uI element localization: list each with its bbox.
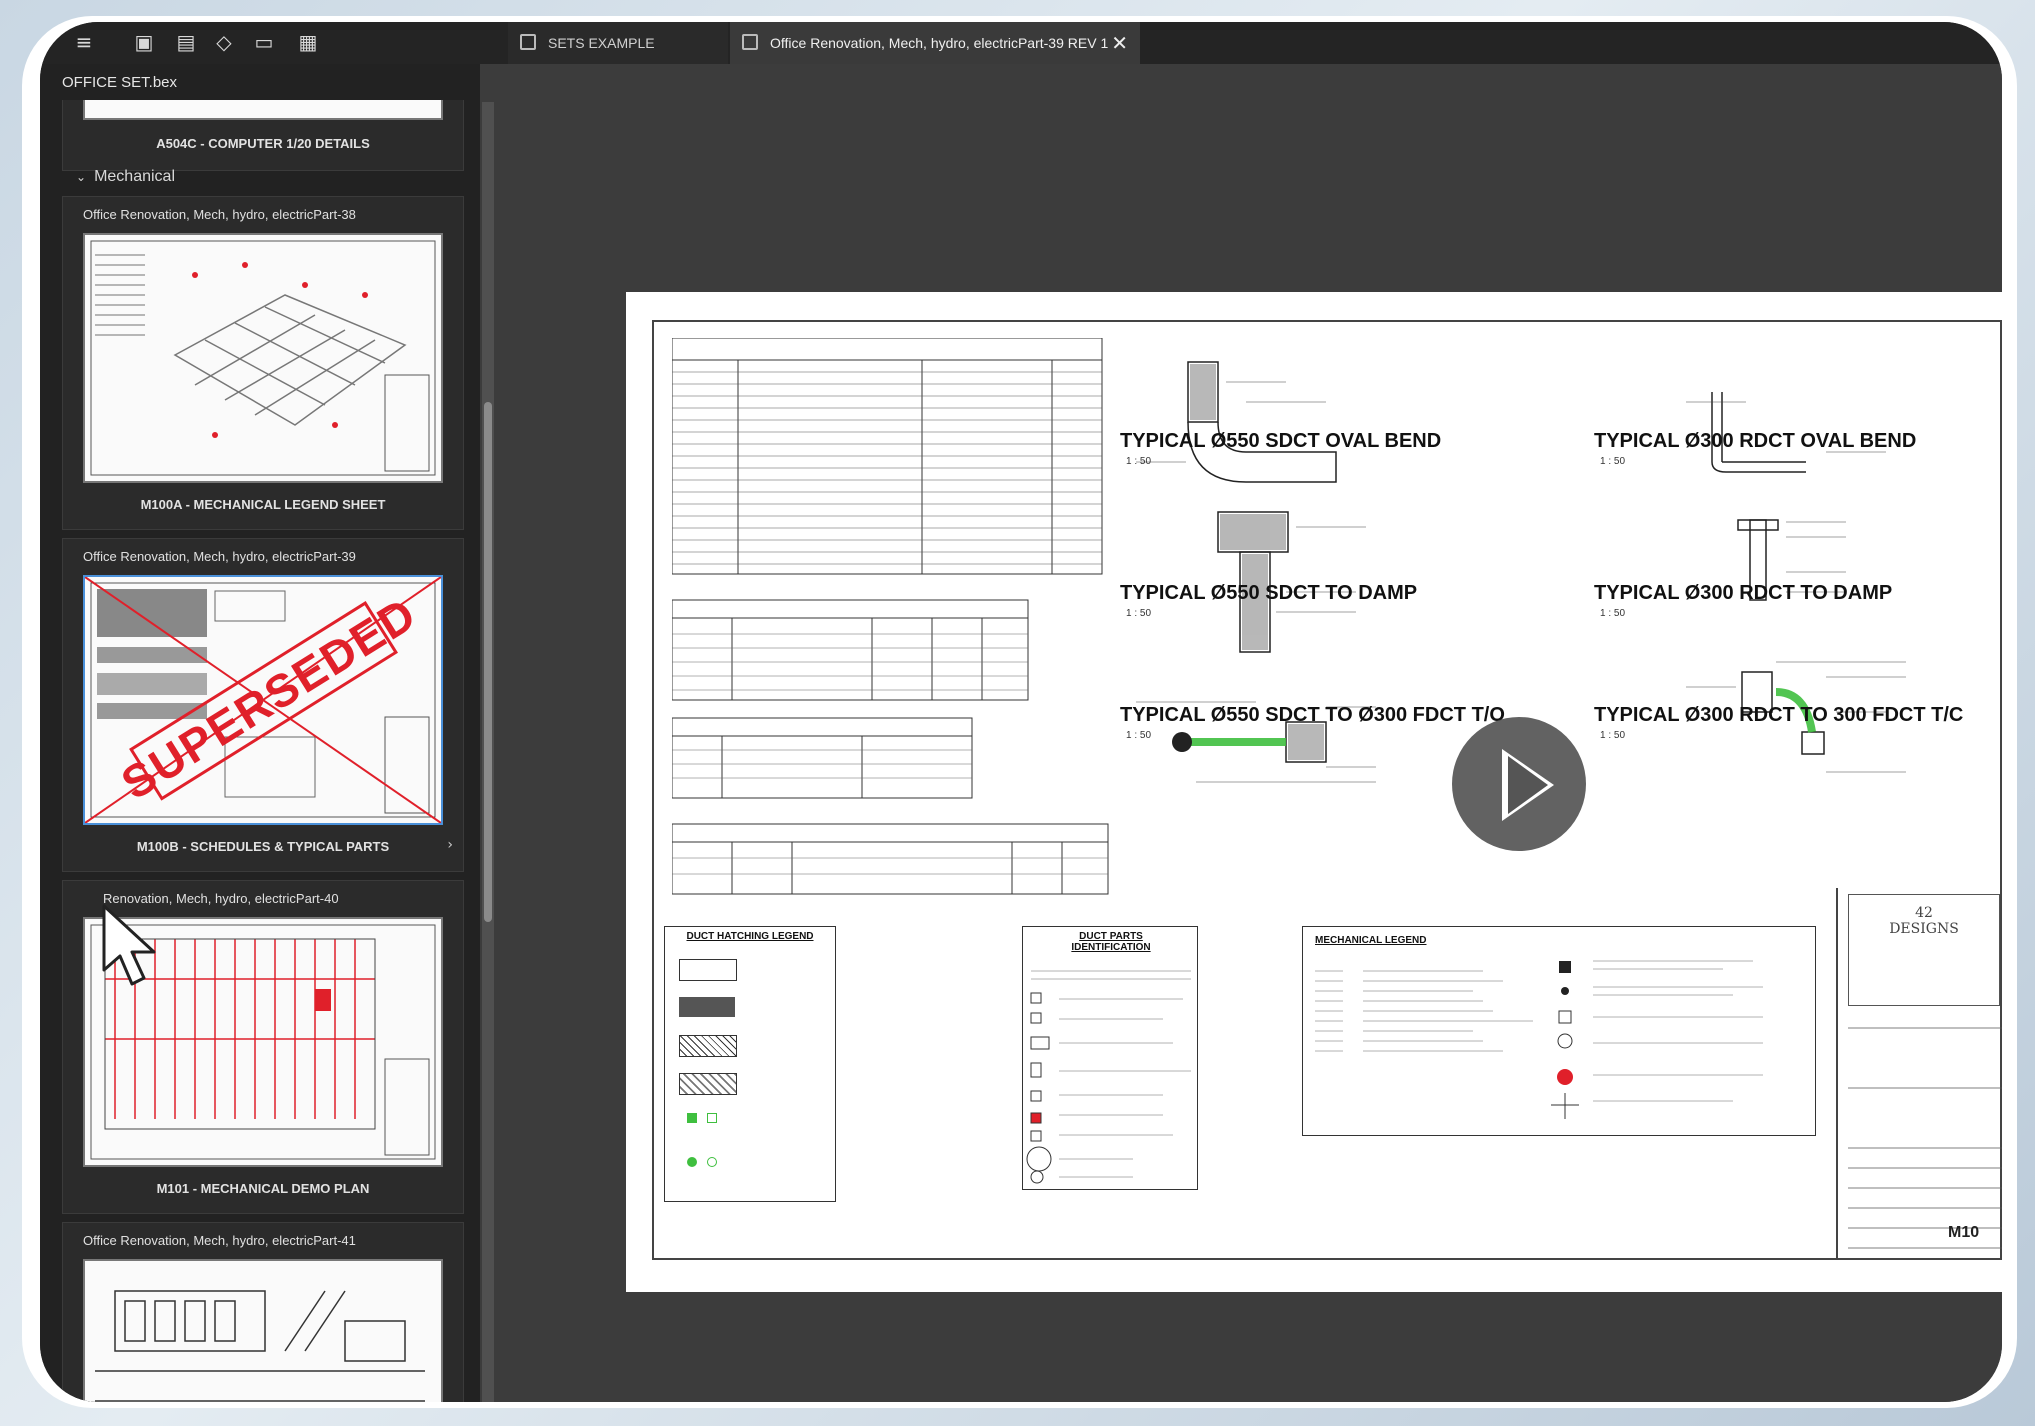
legend-title: MECHANICAL LEGEND: [1315, 935, 1427, 946]
logo-box: 42 DESIGNS: [1848, 894, 2000, 1006]
mouse-cursor-icon: [100, 904, 160, 993]
detail-scale: 1 : 50: [1126, 730, 1152, 741]
lock-icon: [742, 34, 758, 50]
drawing-sheet: TYPICAL Ø550 SDCT OVAL BEND 1 : 50 TYPIC…: [626, 292, 2002, 1292]
thumbnail-image: [83, 233, 443, 483]
schedules-tables: [672, 338, 1109, 895]
save-icon[interactable]: ▣: [132, 30, 156, 54]
drawing-viewport[interactable]: TYPICAL Ø550 SDCT OVAL BEND 1 : 50 TYPIC…: [494, 64, 2002, 1402]
detail-scale: 1 : 50: [1600, 608, 1626, 619]
company-logo: 42 DESIGNS: [1889, 905, 1959, 937]
title-block: 42 DESIGNS M10: [1836, 888, 2002, 1260]
thumbnails-sidebar: OFFICE SET.bex A504C - COMPUTER 1/20 DET…: [40, 64, 480, 1402]
detail-title: TYPICAL Ø550 SDCT TO Ø300 FDCT T/O: [1120, 704, 1505, 726]
play-icon: [1502, 749, 1554, 821]
close-icon[interactable]: ✕: [1111, 22, 1128, 64]
tab-current-drawing[interactable]: Office Renovation, Mech, hydro, electric…: [730, 22, 1140, 64]
thumbnail-card[interactable]: Office Renovation, Mech, hydro, electric…: [62, 196, 464, 530]
detail-title: TYPICAL Ø300 RDCT OVAL BEND: [1594, 430, 1917, 452]
detail-scale: 1 : 50: [1600, 456, 1626, 467]
detail-scale: 1 : 50: [1126, 456, 1152, 467]
menu-icon[interactable]: ≡: [72, 30, 96, 54]
tab-label: SETS EXAMPLE: [548, 35, 655, 51]
tag-icon[interactable]: ◇: [212, 30, 236, 54]
thumbnail-card[interactable]: Office Renovation, Mech, hydro, electric…: [62, 538, 464, 872]
detail-title: TYPICAL Ø300 RDCT TO 300 FDCT T/C: [1594, 704, 1964, 726]
grid-icon[interactable]: ▦: [296, 30, 320, 54]
sheet-label: M101 - MECHANICAL DEMO PLAN: [156, 1181, 370, 1196]
chevron-right-icon[interactable]: ›: [447, 837, 453, 853]
top-toolbar: ≡ ▣ ▤ ◇ ▭ ▦ SETS EXAMPLE Office Renovati…: [40, 22, 2002, 64]
detail-scale: 1 : 50: [1600, 730, 1626, 741]
detail-scale: 1 : 50: [1126, 608, 1152, 619]
detail-title: TYPICAL Ø300 RDCT TO DAMP: [1594, 582, 1893, 604]
sheet-label: M100A - MECHANICAL LEGEND SHEET: [140, 497, 386, 512]
app-window: ≡ ▣ ▤ ◇ ▭ ▦ SETS EXAMPLE Office Renovati…: [40, 22, 2002, 1402]
legend-title: DUCT HATCHING LEGEND: [686, 931, 814, 942]
sheet-number: M10: [1948, 1224, 1980, 1241]
card-title: Office Renovation, Mech, hydro, electric…: [83, 1233, 356, 1248]
section-mechanical[interactable]: ⌄ Mechanical: [76, 168, 175, 186]
card-title: Office Renovation, Mech, hydro, electric…: [83, 207, 356, 222]
legend-title: DUCT PARTS IDENTIFICATION: [1071, 931, 1151, 953]
scrollbar-thumb[interactable]: [484, 402, 492, 922]
section-label: Mechanical: [94, 168, 175, 185]
detail-title: TYPICAL Ø550 SDCT OVAL BEND: [1120, 430, 1442, 452]
play-button[interactable]: [1452, 717, 1586, 851]
duct-hatching-legend: DUCT HATCHING LEGEND: [664, 926, 836, 1202]
card-title: Office Renovation, Mech, hydro, electric…: [83, 549, 356, 564]
sheet-label: M100B - SCHEDULES & TYPICAL PARTS: [136, 839, 390, 854]
detail-title: TYPICAL Ø550 SDCT TO DAMP: [1120, 582, 1418, 604]
thumbnail-card[interactable]: Office Renovation, Mech, hydro, electric…: [62, 1222, 464, 1402]
thumbnail-card[interactable]: A504C - COMPUTER 1/20 DETAILS: [62, 100, 464, 171]
tab-label: Office Renovation, Mech, hydro, electric…: [770, 35, 1109, 51]
mechanical-legend: MECHANICAL LEGEND: [1302, 926, 1816, 1136]
duct-parts-legend: DUCT PARTS IDENTIFICATION: [1022, 926, 1198, 1190]
thumbnail-image: [83, 1259, 443, 1402]
document-icon[interactable]: ▤: [174, 30, 198, 54]
print-icon[interactable]: ▭: [252, 30, 276, 54]
file-name: OFFICE SET.bex: [62, 74, 178, 91]
document-tab-icon: [520, 34, 536, 50]
chevron-down-icon: ⌄: [76, 170, 87, 184]
thumbnail-image: [83, 100, 443, 120]
sheet-label: A504C - COMPUTER 1/20 DETAILS: [156, 136, 370, 151]
thumbnail-image: SUPERSEDED: [83, 575, 443, 825]
tab-sets-example[interactable]: SETS EXAMPLE: [508, 22, 728, 64]
